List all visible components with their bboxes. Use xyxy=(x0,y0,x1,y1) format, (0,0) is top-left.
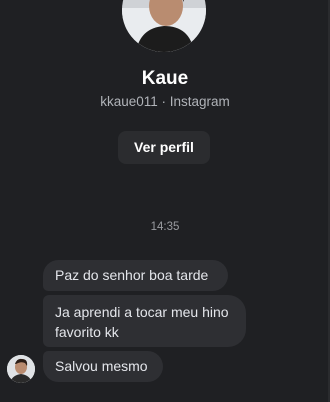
profile-avatar[interactable] xyxy=(122,0,206,52)
profile-name: Kaue xyxy=(141,68,189,89)
sender-photo-icon xyxy=(7,355,35,383)
sender-avatar[interactable] xyxy=(7,355,35,383)
message-bubble[interactable]: Paz do senhor boa tarde xyxy=(43,260,228,291)
message-bubble[interactable]: Ja aprendi a tocar meu hino favorito kk xyxy=(43,295,246,347)
view-profile-button[interactable]: Ver perfil xyxy=(118,131,210,164)
profile-photo-icon xyxy=(122,0,206,52)
message-bubble[interactable]: Salvou mesmo xyxy=(43,351,163,382)
message-timestamp: 14:35 xyxy=(150,221,180,233)
profile-username-platform: kkaue011 · Instagram xyxy=(100,94,230,109)
